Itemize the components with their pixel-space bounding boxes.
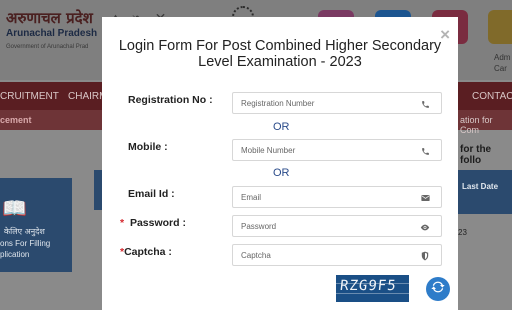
info-text: for the follo	[460, 144, 492, 166]
site-subtitle: Government of Arunachal Prad	[6, 44, 89, 50]
phone-icon	[419, 98, 431, 110]
registration-label: Registration No :	[128, 94, 213, 106]
modal-title-line-2: Level Examination - 2023	[198, 54, 362, 70]
captcha-field[interactable]	[232, 244, 442, 266]
password-input[interactable]	[233, 216, 418, 236]
captcha-input[interactable]	[233, 245, 418, 265]
admit-card-label: Adm Car	[494, 53, 511, 73]
captcha-text: RZG9F5	[339, 278, 398, 294]
instructions-card-subtitle: plication	[0, 250, 30, 259]
site-title: Arunachal Pradesh	[6, 28, 98, 39]
email-field[interactable]	[232, 186, 442, 208]
admit-card-tile[interactable]	[488, 10, 512, 44]
or-separator: OR	[273, 121, 290, 133]
table-header	[454, 170, 512, 214]
registration-input[interactable]	[233, 93, 418, 113]
refresh-captcha-button[interactable]	[426, 277, 450, 301]
table-header-last-date: Last Date	[462, 182, 499, 191]
instructions-card-hindi: केलिए अनुदेश	[4, 227, 45, 236]
captcha-label: *Captcha :	[120, 246, 172, 258]
eye-icon[interactable]	[419, 221, 431, 233]
email-label: Email Id :	[128, 188, 175, 200]
book-icon: 📖	[2, 198, 27, 220]
shield-icon	[419, 250, 431, 262]
phone-icon	[419, 145, 431, 157]
ticker-label: cement	[0, 115, 32, 125]
envelope-icon	[419, 192, 431, 204]
required-mark: *	[120, 217, 125, 229]
mobile-label: Mobile :	[128, 141, 168, 153]
nav-item-recruitment[interactable]: CRUITMENT	[0, 91, 59, 102]
password-label: * Password :	[120, 217, 186, 229]
login-modal: × Login Form For Post Combined Higher Se…	[102, 17, 458, 310]
modal-title-line-1: Login Form For Post Combined Higher Seco…	[118, 38, 442, 54]
nav-item-contact[interactable]: CONTACT	[472, 91, 512, 102]
refresh-icon	[430, 279, 446, 300]
captcha-image: RZG9F5	[336, 275, 409, 302]
or-separator: OR	[273, 167, 290, 179]
ticker-text[interactable]: ation for Com	[460, 115, 512, 135]
registration-field[interactable]	[232, 92, 442, 114]
mobile-field[interactable]	[232, 139, 442, 161]
table-cell: 23	[458, 228, 467, 237]
email-input[interactable]	[233, 187, 418, 207]
instructions-card-title: ons For Filling	[0, 239, 51, 248]
modal-title: Login Form For Post Combined Higher Seco…	[102, 38, 458, 70]
password-field[interactable]	[232, 215, 442, 237]
site-title-hindi: अरुणाचल प्रदेश	[6, 9, 93, 27]
mobile-input[interactable]	[233, 140, 418, 160]
